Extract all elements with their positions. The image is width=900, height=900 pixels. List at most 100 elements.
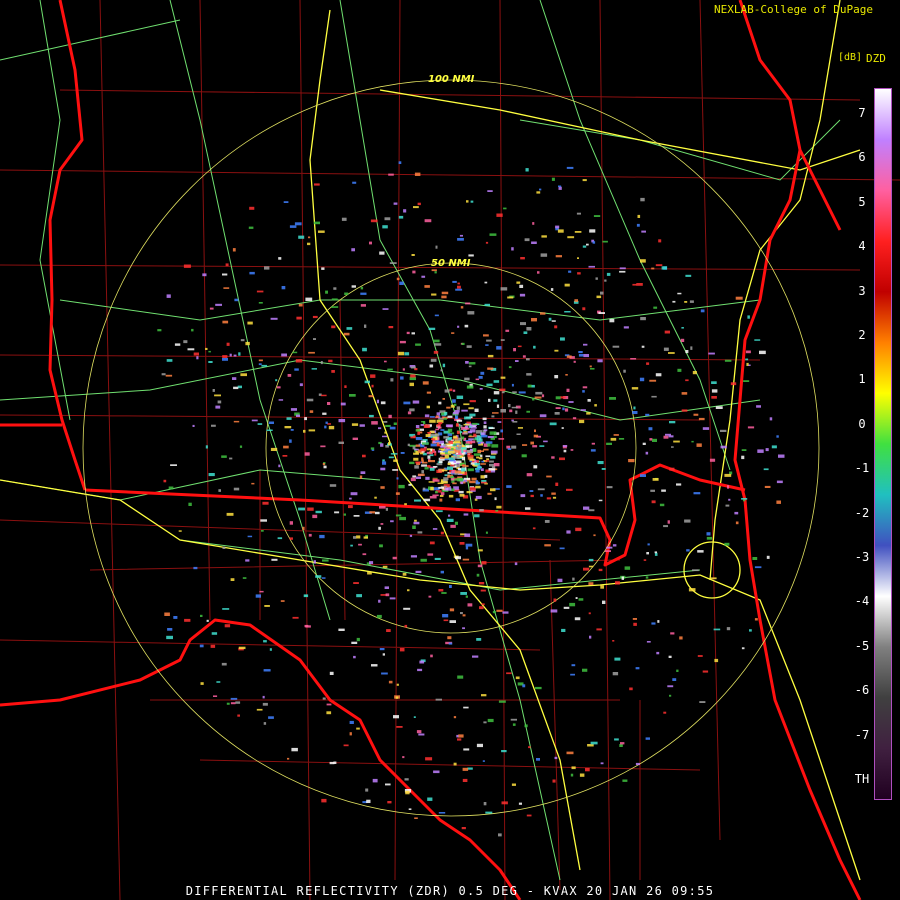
echo-gate <box>408 808 412 810</box>
echo-gate <box>233 386 239 390</box>
echo-gate <box>369 414 374 418</box>
echo-gate <box>507 448 512 450</box>
echo-gate <box>466 385 474 389</box>
echo-gate <box>478 457 483 460</box>
echo-gate <box>631 387 639 390</box>
echo-gate <box>249 206 255 210</box>
echo-gate <box>698 417 705 421</box>
echo-gate <box>693 413 699 416</box>
echo-gate <box>555 482 559 486</box>
echo-gate <box>563 606 570 609</box>
echo-gate <box>589 635 592 639</box>
echo-gate <box>523 331 528 334</box>
echo-gate <box>290 408 297 411</box>
echo-gate <box>341 217 347 221</box>
echo-gate <box>593 215 601 217</box>
echo-gate <box>530 494 534 498</box>
echo-gate <box>730 382 737 386</box>
echo-gate <box>598 499 603 502</box>
echo-gate <box>251 419 258 422</box>
echo-gate <box>413 435 416 438</box>
echo-gate <box>700 309 705 313</box>
echo-gate <box>460 468 466 472</box>
echo-gate <box>640 317 646 321</box>
echo-gate <box>291 747 298 752</box>
echo-gate <box>669 421 676 424</box>
echo-gate <box>464 377 470 381</box>
echo-gate <box>157 329 162 332</box>
echo-gate <box>303 429 306 433</box>
echo-gate <box>360 286 364 290</box>
echo-gate <box>621 576 624 580</box>
echo-gate <box>163 479 167 483</box>
echo-gate <box>480 432 486 436</box>
echo-gate <box>609 397 616 400</box>
echo-gate <box>230 697 238 700</box>
echo-gate <box>302 526 305 530</box>
echo-gate <box>286 417 292 420</box>
scale-tick-label: -5 <box>854 638 870 653</box>
echo-gate <box>455 556 461 560</box>
echo-gate <box>501 391 505 394</box>
echo-gate <box>515 676 520 680</box>
echo-gate <box>462 558 470 561</box>
echo-gate <box>525 168 529 172</box>
echo-gate <box>192 424 195 427</box>
echo-gate <box>741 449 747 451</box>
echo-gate <box>460 612 463 615</box>
echo-gate <box>575 527 582 532</box>
echo-gate <box>708 352 715 355</box>
echo-gate <box>455 288 463 291</box>
echo-gate <box>577 257 579 259</box>
echo-gate <box>530 441 534 445</box>
echo-gate <box>422 487 426 491</box>
echo-gate <box>364 380 370 384</box>
echo-gate <box>501 801 508 805</box>
echo-gate <box>411 254 415 256</box>
echo-gate <box>413 452 419 455</box>
echo-gate <box>689 300 694 303</box>
echo-gate <box>713 628 721 631</box>
echo-gate <box>463 513 469 516</box>
echo-gate <box>677 368 682 372</box>
echo-gate <box>428 460 435 463</box>
echo-gate <box>487 492 492 495</box>
echo-gate <box>443 417 447 420</box>
echo-gate <box>329 671 334 675</box>
echo-gate <box>410 366 416 369</box>
echo-gate <box>681 409 688 412</box>
echo-gate <box>720 445 727 449</box>
echo-gate <box>619 267 626 270</box>
echo-gate <box>434 440 441 442</box>
echo-gate <box>269 648 272 651</box>
echo-gate <box>208 473 215 477</box>
echo-gate <box>378 427 382 430</box>
echo-gate <box>438 401 442 405</box>
echo-gate <box>642 442 646 445</box>
echo-gate <box>434 557 441 560</box>
echo-gate <box>290 429 294 431</box>
echo-gate <box>245 341 250 346</box>
echo-gate <box>320 361 323 365</box>
echo-gate <box>304 452 310 456</box>
echo-gate <box>613 434 619 436</box>
echo-gate <box>531 241 537 244</box>
echo-gate <box>699 701 706 703</box>
echo-gate <box>435 510 443 513</box>
echo-gate <box>469 458 475 461</box>
echo-gate <box>612 544 617 547</box>
echo-gate <box>356 727 360 730</box>
echo-gate <box>541 394 545 398</box>
echo-gate <box>520 257 525 260</box>
color-scale-bar <box>874 88 892 800</box>
echo-gate <box>308 236 311 239</box>
echo-gate <box>464 533 471 537</box>
echo-gate <box>477 549 483 552</box>
echo-gate <box>566 166 574 169</box>
echo-gate <box>419 660 425 664</box>
echo-gate <box>463 706 469 709</box>
scale-tick-label: 7 <box>858 106 866 120</box>
echo-gate <box>415 461 421 464</box>
echo-gate <box>521 454 527 458</box>
credit-text: NEXLAB-College of DuPage <box>714 3 873 16</box>
